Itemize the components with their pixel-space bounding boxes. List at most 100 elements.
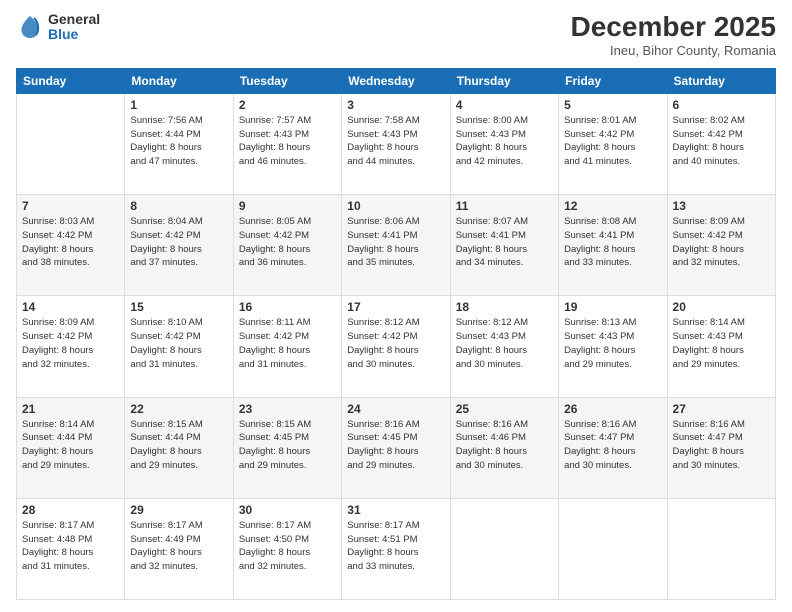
month-title: December 2025 bbox=[571, 12, 776, 43]
day-number: 31 bbox=[347, 503, 444, 517]
day-info: Sunrise: 8:13 AMSunset: 4:43 PMDaylight:… bbox=[564, 316, 661, 371]
table-row bbox=[450, 498, 558, 599]
day-info: Sunrise: 8:02 AMSunset: 4:42 PMDaylight:… bbox=[673, 114, 770, 169]
day-number: 19 bbox=[564, 300, 661, 314]
day-number: 12 bbox=[564, 199, 661, 213]
day-info: Sunrise: 8:17 AMSunset: 4:50 PMDaylight:… bbox=[239, 519, 336, 574]
table-row: 15Sunrise: 8:10 AMSunset: 4:42 PMDayligh… bbox=[125, 296, 233, 397]
day-info: Sunrise: 8:17 AMSunset: 4:49 PMDaylight:… bbox=[130, 519, 227, 574]
header: General Blue December 2025 Ineu, Bihor C… bbox=[16, 12, 776, 58]
title-block: December 2025 Ineu, Bihor County, Romani… bbox=[571, 12, 776, 58]
day-number: 27 bbox=[673, 402, 770, 416]
logo-general-text: General bbox=[48, 12, 100, 27]
day-number: 25 bbox=[456, 402, 553, 416]
table-row bbox=[559, 498, 667, 599]
day-number: 26 bbox=[564, 402, 661, 416]
table-row: 14 Sunrise: 8:09 AMSunset: 4:42 PMDayligh… bbox=[17, 296, 125, 397]
calendar-week-4: 21Sunrise: 8:14 AMSunset: 4:44 PMDayligh… bbox=[17, 397, 776, 498]
day-info: Sunrise: 8:15 AMSunset: 4:45 PMDaylight:… bbox=[239, 418, 336, 473]
calendar-week-3: 14 Sunrise: 8:09 AMSunset: 4:42 PMDayligh… bbox=[17, 296, 776, 397]
day-info: Sunrise: 8:15 AMSunset: 4:44 PMDaylight:… bbox=[130, 418, 227, 473]
table-row: 20Sunrise: 8:14 AMSunset: 4:43 PMDayligh… bbox=[667, 296, 775, 397]
col-tuesday: Tuesday bbox=[233, 68, 341, 93]
day-info: Sunrise: 8:09 AMSunset: 4:42 PMDaylight:… bbox=[22, 316, 119, 371]
table-row: 17 Sunrise: 8:12 AMSunset: 4:42 PMDayligh… bbox=[342, 296, 450, 397]
col-friday: Friday bbox=[559, 68, 667, 93]
col-wednesday: Wednesday bbox=[342, 68, 450, 93]
col-thursday: Thursday bbox=[450, 68, 558, 93]
day-info: Sunrise: 8:04 AMSunset: 4:42 PMDaylight:… bbox=[130, 215, 227, 270]
day-number: 11 bbox=[456, 199, 553, 213]
day-info: Sunrise: 8:08 AMSunset: 4:41 PMDaylight:… bbox=[564, 215, 661, 270]
day-number: 21 bbox=[22, 402, 119, 416]
table-row: 25 Sunrise: 8:16 AMSunset: 4:46 PMDayligh… bbox=[450, 397, 558, 498]
calendar-week-5: 28Sunrise: 8:17 AMSunset: 4:48 PMDayligh… bbox=[17, 498, 776, 599]
day-number: 5 bbox=[564, 98, 661, 112]
table-row: 7 Sunrise: 8:03 AMSunset: 4:42 PMDaylight… bbox=[17, 195, 125, 296]
day-info: Sunrise: 8:06 AMSunset: 4:41 PMDaylight:… bbox=[347, 215, 444, 270]
day-info: Sunrise: 8:16 AMSunset: 4:46 PMDaylight:… bbox=[456, 418, 553, 473]
day-number: 28 bbox=[22, 503, 119, 517]
table-row: 5 Sunrise: 8:01 AMSunset: 4:42 PMDaylight… bbox=[559, 93, 667, 194]
location: Ineu, Bihor County, Romania bbox=[571, 43, 776, 58]
table-row: 21Sunrise: 8:14 AMSunset: 4:44 PMDayligh… bbox=[17, 397, 125, 498]
table-row: 11 Sunrise: 8:07 AMSunset: 4:41 PMDayligh… bbox=[450, 195, 558, 296]
table-row: 28Sunrise: 8:17 AMSunset: 4:48 PMDayligh… bbox=[17, 498, 125, 599]
col-sunday: Sunday bbox=[17, 68, 125, 93]
table-row: 22 Sunrise: 8:15 AMSunset: 4:44 PMDayligh… bbox=[125, 397, 233, 498]
day-info: Sunrise: 8:17 AMSunset: 4:51 PMDaylight:… bbox=[347, 519, 444, 574]
table-row: 10Sunrise: 8:06 AMSunset: 4:41 PMDayligh… bbox=[342, 195, 450, 296]
day-info: Sunrise: 8:16 AMSunset: 4:47 PMDaylight:… bbox=[673, 418, 770, 473]
day-number: 17 bbox=[347, 300, 444, 314]
table-row: 26 Sunrise: 8:16 AMSunset: 4:47 PMDayligh… bbox=[559, 397, 667, 498]
day-number: 7 bbox=[22, 199, 119, 213]
col-saturday: Saturday bbox=[667, 68, 775, 93]
calendar-header-row: Sunday Monday Tuesday Wednesday Thursday… bbox=[17, 68, 776, 93]
table-row: 8 Sunrise: 8:04 AMSunset: 4:42 PMDaylight… bbox=[125, 195, 233, 296]
day-number: 3 bbox=[347, 98, 444, 112]
day-number: 2 bbox=[239, 98, 336, 112]
table-row: 6 Sunrise: 8:02 AMSunset: 4:42 PMDaylight… bbox=[667, 93, 775, 194]
day-info: Sunrise: 8:12 AMSunset: 4:42 PMDaylight:… bbox=[347, 316, 444, 371]
day-info: Sunrise: 8:05 AMSunset: 4:42 PMDaylight:… bbox=[239, 215, 336, 270]
day-number: 23 bbox=[239, 402, 336, 416]
table-row: 16 Sunrise: 8:11 AMSunset: 4:42 PMDayligh… bbox=[233, 296, 341, 397]
table-row: 18 Sunrise: 8:12 AMSunset: 4:43 PMDayligh… bbox=[450, 296, 558, 397]
calendar-week-2: 7 Sunrise: 8:03 AMSunset: 4:42 PMDaylight… bbox=[17, 195, 776, 296]
day-number: 22 bbox=[130, 402, 227, 416]
day-number: 30 bbox=[239, 503, 336, 517]
day-number: 6 bbox=[673, 98, 770, 112]
day-number: 18 bbox=[456, 300, 553, 314]
table-row: 23 Sunrise: 8:15 AMSunset: 4:45 PMDayligh… bbox=[233, 397, 341, 498]
day-info: Sunrise: 7:58 AMSunset: 4:43 PMDaylight:… bbox=[347, 114, 444, 169]
table-row bbox=[667, 498, 775, 599]
day-number: 8 bbox=[130, 199, 227, 213]
table-row: 13 Sunrise: 8:09 AMSunset: 4:42 PMDayligh… bbox=[667, 195, 775, 296]
table-row: 9 Sunrise: 8:05 AMSunset: 4:42 PMDaylight… bbox=[233, 195, 341, 296]
table-row: 27 Sunrise: 8:16 AMSunset: 4:47 PMDayligh… bbox=[667, 397, 775, 498]
day-info: Sunrise: 8:00 AMSunset: 4:43 PMDaylight:… bbox=[456, 114, 553, 169]
table-row: 3 Sunrise: 7:58 AMSunset: 4:43 PMDaylight… bbox=[342, 93, 450, 194]
table-row: 29 Sunrise: 8:17 AMSunset: 4:49 PMDayligh… bbox=[125, 498, 233, 599]
day-info: Sunrise: 8:12 AMSunset: 4:43 PMDaylight:… bbox=[456, 316, 553, 371]
table-row bbox=[17, 93, 125, 194]
day-info: Sunrise: 8:01 AMSunset: 4:42 PMDaylight:… bbox=[564, 114, 661, 169]
day-number: 9 bbox=[239, 199, 336, 213]
logo-text: General Blue bbox=[48, 12, 100, 43]
day-info: Sunrise: 8:11 AMSunset: 4:42 PMDaylight:… bbox=[239, 316, 336, 371]
calendar-week-1: 1Sunrise: 7:56 AMSunset: 4:44 PMDaylight… bbox=[17, 93, 776, 194]
day-info: Sunrise: 8:07 AMSunset: 4:41 PMDaylight:… bbox=[456, 215, 553, 270]
table-row: 30 Sunrise: 8:17 AMSunset: 4:50 PMDayligh… bbox=[233, 498, 341, 599]
page: General Blue December 2025 Ineu, Bihor C… bbox=[0, 0, 792, 612]
day-number: 16 bbox=[239, 300, 336, 314]
day-number: 1 bbox=[130, 98, 227, 112]
day-info: Sunrise: 8:09 AMSunset: 4:42 PMDaylight:… bbox=[673, 215, 770, 270]
day-info: Sunrise: 8:16 AMSunset: 4:47 PMDaylight:… bbox=[564, 418, 661, 473]
day-info: Sunrise: 8:03 AMSunset: 4:42 PMDaylight:… bbox=[22, 215, 119, 270]
day-info: Sunrise: 8:16 AMSunset: 4:45 PMDaylight:… bbox=[347, 418, 444, 473]
day-number: 29 bbox=[130, 503, 227, 517]
table-row: 1Sunrise: 7:56 AMSunset: 4:44 PMDaylight… bbox=[125, 93, 233, 194]
day-number: 14 bbox=[22, 300, 119, 314]
day-number: 13 bbox=[673, 199, 770, 213]
table-row: 2Sunrise: 7:57 AMSunset: 4:43 PMDaylight… bbox=[233, 93, 341, 194]
